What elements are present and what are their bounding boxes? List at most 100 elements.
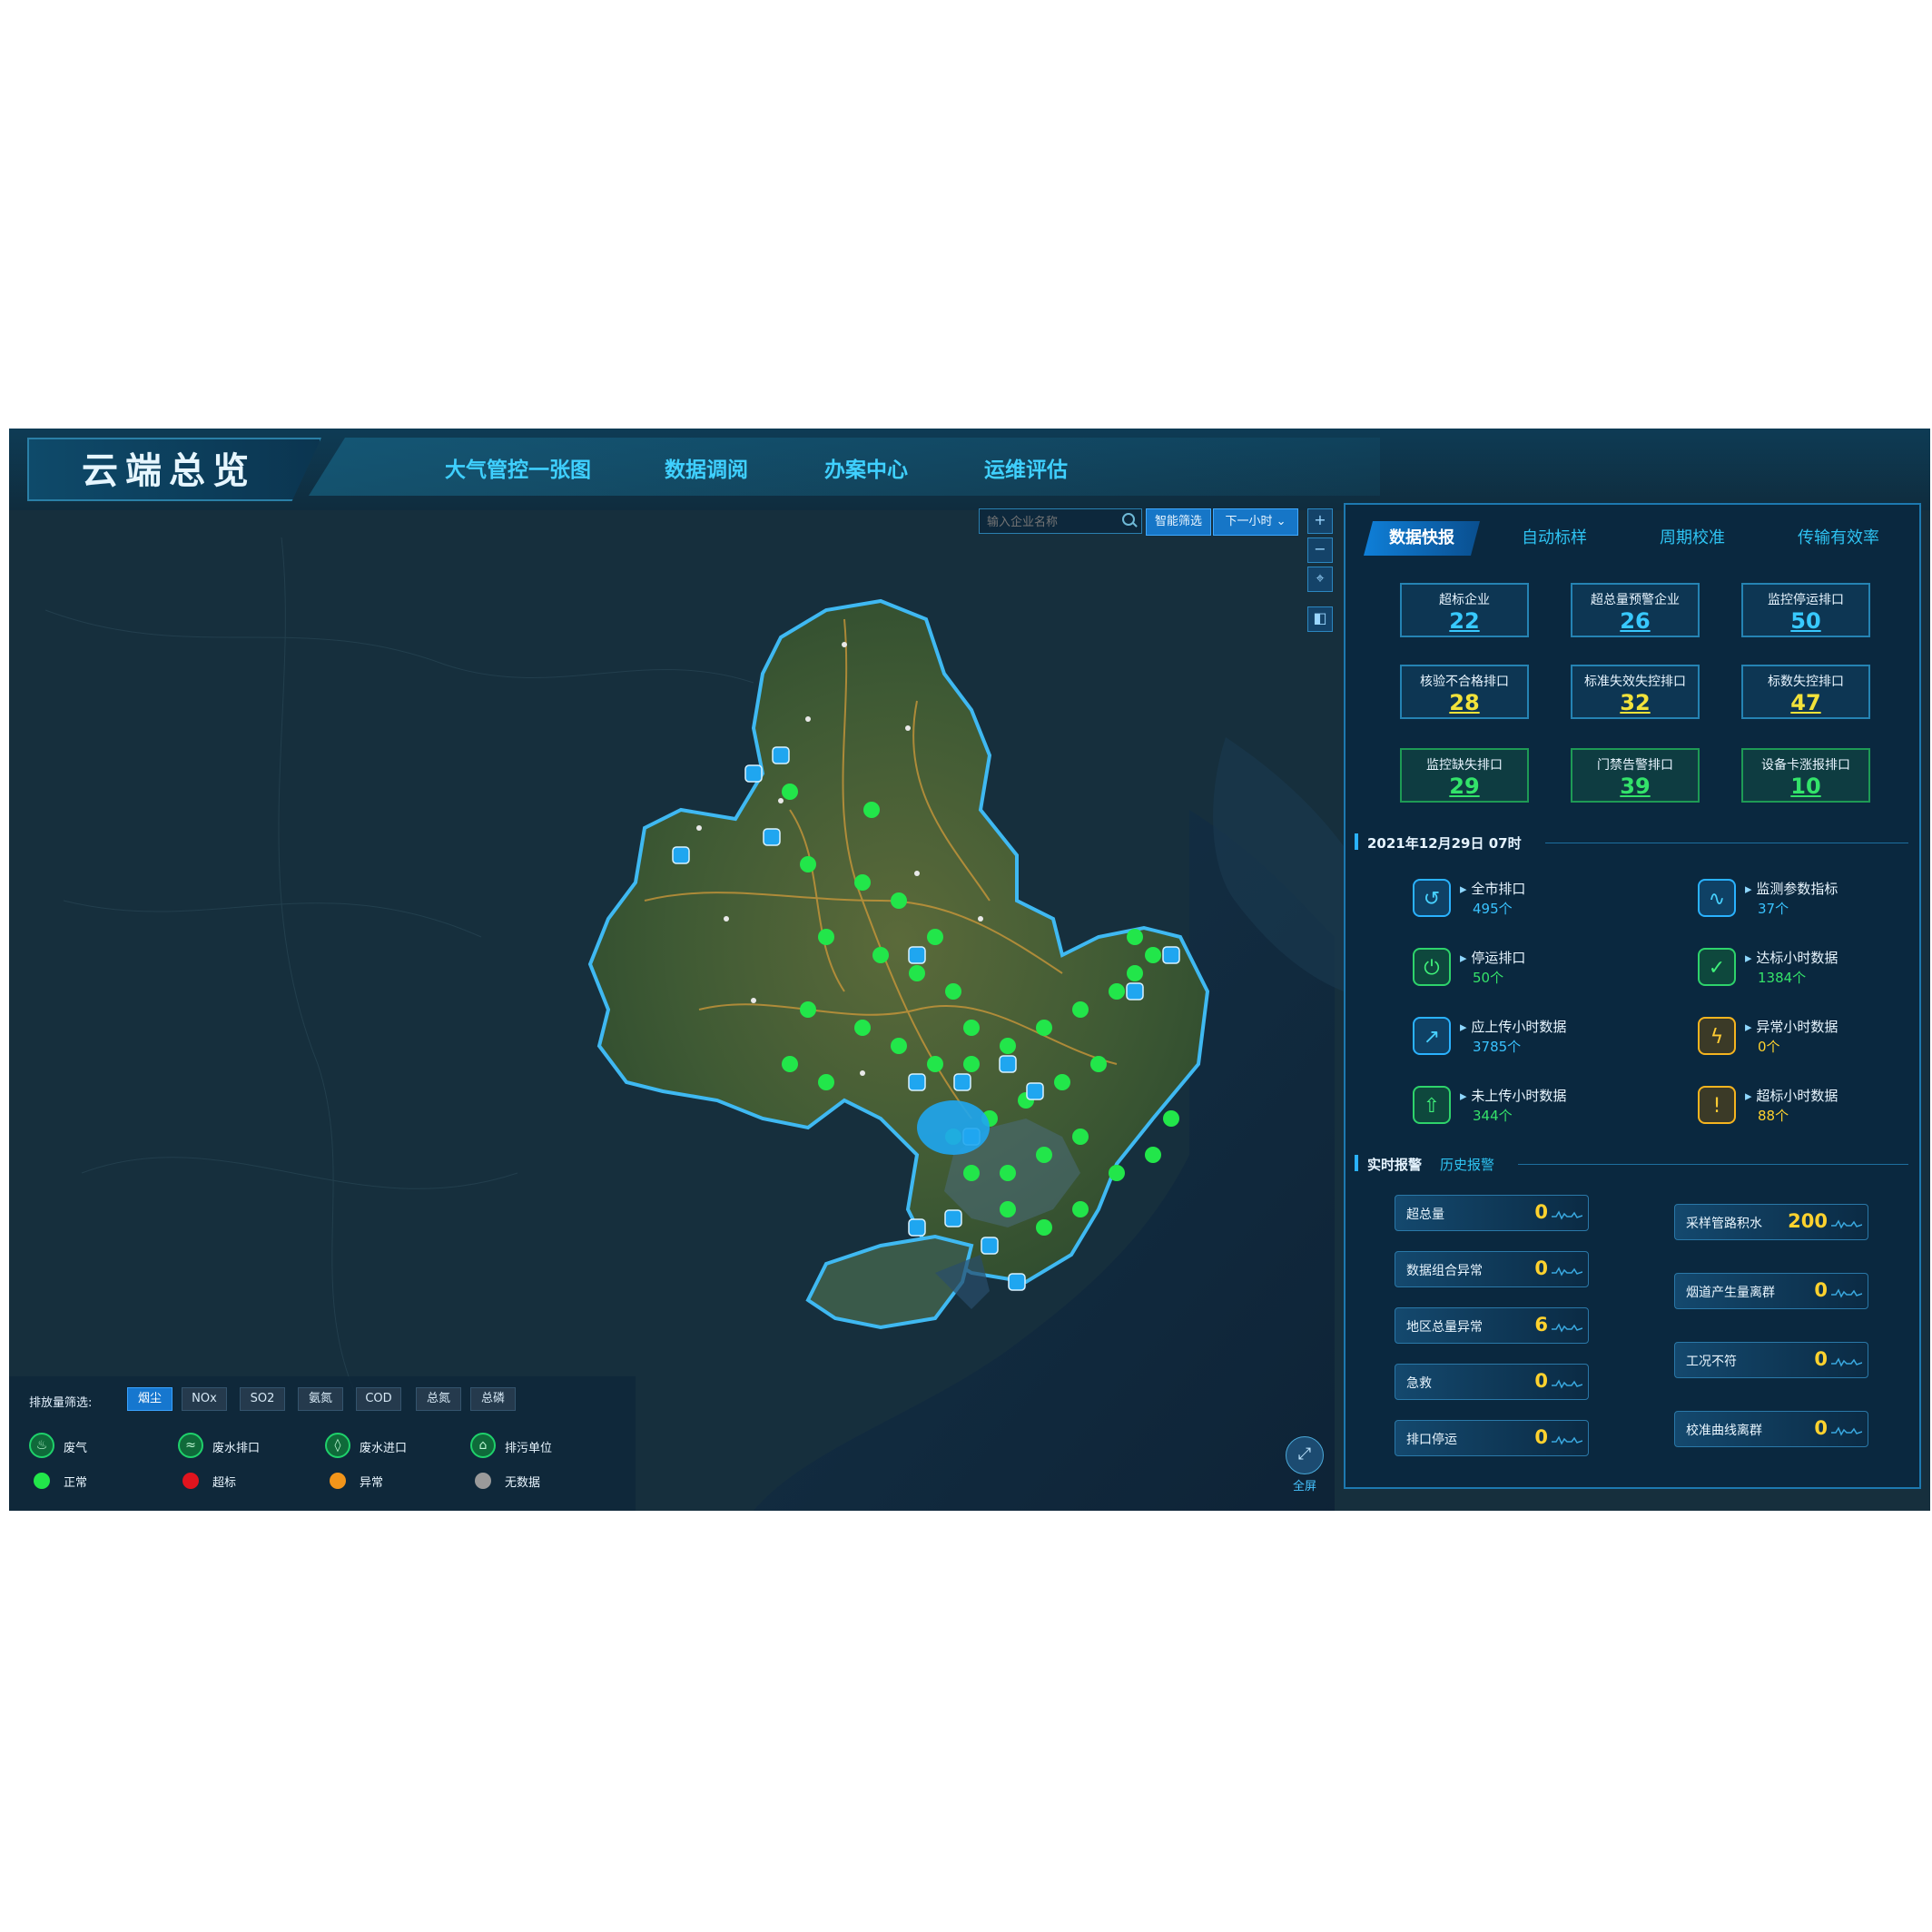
normal-marker[interactable] xyxy=(863,802,880,818)
normal-marker[interactable] xyxy=(1036,1147,1052,1163)
tab-transmission-rate[interactable]: 传输有效率 xyxy=(1798,521,1879,556)
alarm-item[interactable]: 排口停运 0 xyxy=(1395,1420,1589,1456)
alarm-count[interactable]: 0 xyxy=(1814,1417,1828,1439)
monitor-item[interactable]: ⏻ 停运排口 50个 xyxy=(1413,946,1676,997)
normal-marker[interactable] xyxy=(963,1165,980,1181)
outlet-marker[interactable] xyxy=(981,1237,999,1255)
monitor-item[interactable]: ↗ 应上传小时数据 3785个 xyxy=(1413,1015,1676,1066)
nav-ops-evaluation[interactable]: 运维评估 xyxy=(984,452,1068,483)
outlet-marker[interactable] xyxy=(1026,1082,1044,1100)
tab-data-report[interactable]: 数据快报 xyxy=(1364,521,1480,556)
zoom-in-icon[interactable]: + xyxy=(1307,508,1333,534)
filter-pill[interactable]: 氨氮 xyxy=(298,1387,343,1411)
alarm-item[interactable]: 工况不符 0 xyxy=(1674,1342,1868,1378)
outlet-marker[interactable] xyxy=(744,764,763,783)
outlet-marker[interactable] xyxy=(999,1055,1017,1073)
tab-history-alarm[interactable]: 历史报警 xyxy=(1440,1155,1494,1174)
smart-filter-button[interactable]: 智能筛选 xyxy=(1146,508,1211,536)
filter-pill[interactable]: 总氮 xyxy=(416,1387,461,1411)
filter-pill[interactable]: 烟尘 xyxy=(127,1387,172,1411)
outlet-marker[interactable] xyxy=(672,846,690,864)
alarm-count[interactable]: 6 xyxy=(1534,1314,1548,1336)
normal-marker[interactable] xyxy=(1072,1201,1089,1217)
alarm-item[interactable]: 采样管路积水 200 xyxy=(1674,1204,1868,1240)
alarm-count[interactable]: 0 xyxy=(1534,1370,1548,1392)
outlet-marker[interactable] xyxy=(953,1073,971,1091)
normal-marker[interactable] xyxy=(945,983,961,1000)
gas-icon[interactable]: ♨ xyxy=(29,1433,54,1458)
outlet-marker[interactable] xyxy=(1008,1273,1026,1291)
alarm-item[interactable]: 急救 0 xyxy=(1395,1364,1589,1400)
outlet-marker[interactable] xyxy=(908,946,926,964)
outlet-marker[interactable] xyxy=(908,1073,926,1091)
normal-marker[interactable] xyxy=(1054,1074,1070,1090)
normal-marker[interactable] xyxy=(927,1056,943,1072)
normal-marker[interactable] xyxy=(818,1074,834,1090)
outlet-marker[interactable] xyxy=(763,828,781,846)
tab-auto-calibration[interactable]: 自动标样 xyxy=(1522,521,1587,556)
alarm-item[interactable]: 地区总量异常 6 xyxy=(1395,1307,1589,1344)
normal-marker[interactable] xyxy=(909,965,925,981)
normal-marker[interactable] xyxy=(1163,1110,1179,1127)
stat-card[interactable]: 标准失效失控排口 32 xyxy=(1571,665,1700,719)
layer-icon[interactable]: ◧ xyxy=(1307,606,1333,632)
stat-value[interactable]: 39 xyxy=(1572,774,1698,799)
stat-card[interactable]: 监控停运排口 50 xyxy=(1741,583,1870,637)
stat-card[interactable]: 监控缺失排口 29 xyxy=(1400,748,1529,803)
monitor-item[interactable]: ✓ 达标小时数据 1384个 xyxy=(1698,946,1930,997)
monitor-item[interactable]: ϟ 异常小时数据 0个 xyxy=(1698,1015,1930,1066)
normal-marker[interactable] xyxy=(1072,1001,1089,1018)
normal-marker[interactable] xyxy=(818,929,834,945)
fullscreen-icon[interactable]: ⤢ xyxy=(1286,1436,1324,1474)
alarm-count[interactable]: 0 xyxy=(1814,1348,1828,1370)
locate-icon[interactable]: ⌖ xyxy=(1307,567,1333,592)
outlet-marker[interactable] xyxy=(1162,946,1180,964)
normal-marker[interactable] xyxy=(1036,1020,1052,1036)
normal-marker[interactable] xyxy=(1145,1147,1161,1163)
time-select[interactable]: 下一小时 ⌄ xyxy=(1213,508,1298,536)
filter-pill[interactable]: COD xyxy=(356,1387,401,1411)
normal-marker[interactable] xyxy=(1072,1129,1089,1145)
normal-marker[interactable] xyxy=(1000,1038,1016,1054)
stat-value[interactable]: 32 xyxy=(1572,690,1698,715)
normal-marker[interactable] xyxy=(800,1001,816,1018)
filter-pill[interactable]: 总磷 xyxy=(470,1387,516,1411)
alarm-item[interactable]: 烟道产生量离群 0 xyxy=(1674,1273,1868,1309)
monitor-item[interactable]: ! 超标小时数据 88个 xyxy=(1698,1084,1930,1135)
normal-marker[interactable] xyxy=(854,874,871,891)
monitor-item[interactable]: ⇧ 未上传小时数据 344个 xyxy=(1413,1084,1676,1135)
alarm-count[interactable]: 0 xyxy=(1534,1201,1548,1223)
alarm-count[interactable]: 0 xyxy=(1814,1279,1828,1301)
stat-value[interactable]: 26 xyxy=(1572,608,1698,634)
search-input[interactable] xyxy=(979,508,1142,534)
marker-cluster[interactable] xyxy=(917,1100,990,1155)
stat-value[interactable]: 10 xyxy=(1743,774,1868,799)
normal-marker[interactable] xyxy=(1036,1219,1052,1236)
outlet-marker[interactable] xyxy=(944,1209,962,1227)
normal-marker[interactable] xyxy=(872,947,889,963)
stat-value[interactable]: 47 xyxy=(1743,690,1868,715)
outlet-marker[interactable] xyxy=(908,1218,926,1237)
water-inlet-icon[interactable]: ◊ xyxy=(325,1433,350,1458)
monitor-item[interactable]: ↺ 全市排口 495个 xyxy=(1413,877,1676,928)
stat-value[interactable]: 22 xyxy=(1402,608,1527,634)
normal-marker[interactable] xyxy=(1109,1165,1125,1181)
stat-card[interactable]: 核验不合格排口 28 xyxy=(1400,665,1529,719)
alarm-item[interactable]: 校准曲线离群 0 xyxy=(1674,1411,1868,1447)
water-outlet-icon[interactable]: ≈ xyxy=(178,1433,203,1458)
normal-marker[interactable] xyxy=(800,856,816,872)
stat-card[interactable]: 超总量预警企业 26 xyxy=(1571,583,1700,637)
outlet-marker[interactable] xyxy=(772,746,790,764)
normal-marker[interactable] xyxy=(1000,1201,1016,1217)
normal-marker[interactable] xyxy=(1145,947,1161,963)
normal-marker[interactable] xyxy=(963,1020,980,1036)
stat-value[interactable]: 28 xyxy=(1402,690,1527,715)
normal-marker[interactable] xyxy=(782,784,798,800)
stat-card[interactable]: 门禁告警排口 39 xyxy=(1571,748,1700,803)
alarm-count[interactable]: 200 xyxy=(1788,1210,1828,1232)
stat-value[interactable]: 50 xyxy=(1743,608,1868,634)
normal-marker[interactable] xyxy=(1127,929,1143,945)
normal-marker[interactable] xyxy=(854,1020,871,1036)
stat-card[interactable]: 标数失控排口 47 xyxy=(1741,665,1870,719)
alarm-count[interactable]: 0 xyxy=(1534,1426,1548,1448)
